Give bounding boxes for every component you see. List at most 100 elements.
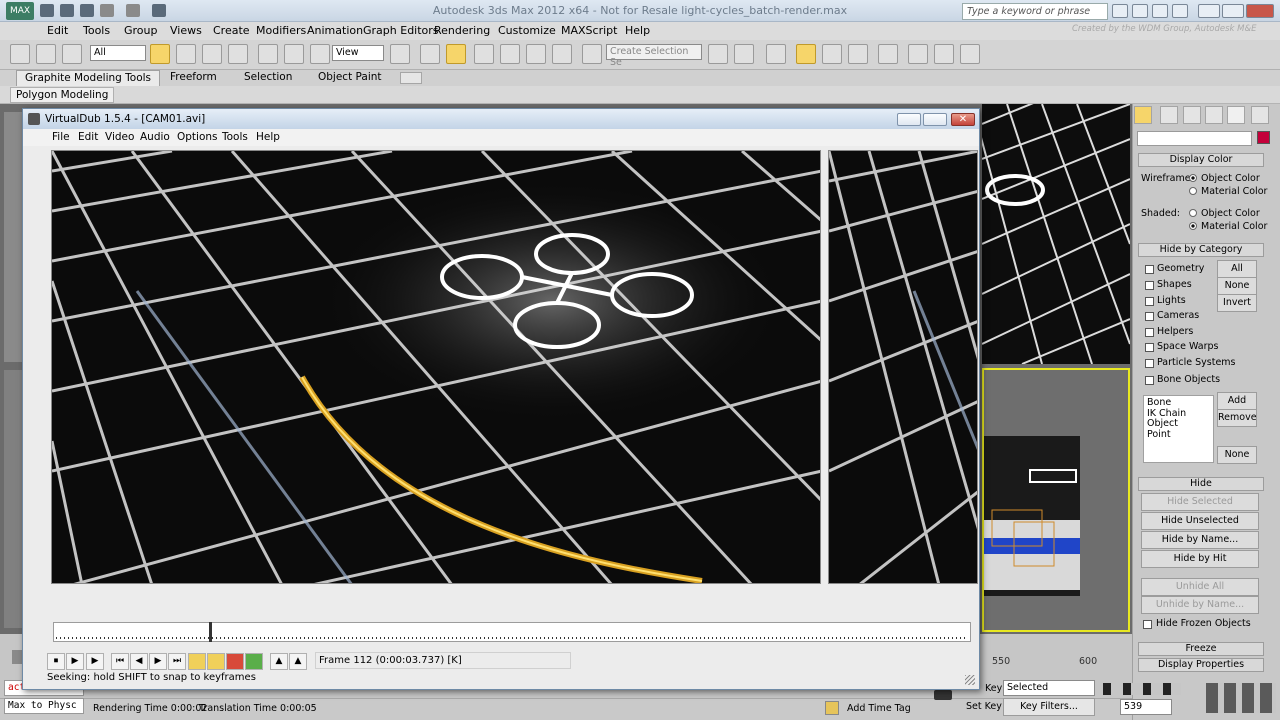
vdub-menu-video[interactable]: Video [105, 131, 134, 143]
align-icon[interactable] [734, 44, 754, 64]
rendered-frame-icon[interactable] [934, 44, 954, 64]
percent-snap-icon[interactable] [526, 44, 546, 64]
subscription-icon[interactable] [1132, 4, 1148, 18]
wireframe-object-color-radio[interactable] [1189, 174, 1197, 182]
schematic-view-icon[interactable] [848, 44, 868, 64]
bone-objects-checkbox[interactable] [1145, 376, 1154, 385]
remove-category-button[interactable]: Remove [1217, 409, 1257, 427]
rollout-display-color[interactable]: Display Color [1138, 153, 1264, 167]
vdub-close-button[interactable]: ✕ [951, 113, 975, 126]
close-button[interactable] [1246, 4, 1274, 18]
hide-unselected-button[interactable]: Hide Unselected [1141, 512, 1259, 530]
pivot-center-icon[interactable] [390, 44, 410, 64]
vdub-menu-help[interactable]: Help [256, 131, 280, 143]
select-object-icon[interactable] [150, 44, 170, 64]
link-icon[interactable] [10, 44, 30, 64]
viewport-top-right[interactable] [982, 104, 1130, 364]
time-tag-icon[interactable] [825, 701, 839, 715]
spinner-snap-icon[interactable] [552, 44, 572, 64]
hide-selected-button[interactable]: Hide Selected [1141, 493, 1259, 511]
viewport-bottom-right-active[interactable] [982, 368, 1130, 632]
minimize-button[interactable] [1198, 4, 1220, 18]
scale-icon[interactable] [310, 44, 330, 64]
add-time-tag-button[interactable]: Add Time Tag [847, 703, 911, 714]
select-by-name-icon[interactable] [176, 44, 196, 64]
category-none-button[interactable]: None [1217, 446, 1257, 464]
search-input[interactable]: Type a keyword or phrase [962, 3, 1108, 20]
menu-rendering[interactable]: Rendering [434, 24, 490, 37]
rollout-freeze[interactable]: Freeze [1138, 642, 1264, 656]
maximize-button[interactable] [1222, 4, 1244, 18]
angle-snap-icon[interactable] [500, 44, 520, 64]
space-warps-checkbox[interactable] [1145, 343, 1154, 352]
window-crossing-icon[interactable] [228, 44, 248, 64]
vdub-menu-audio[interactable]: Audio [140, 131, 170, 143]
geometry-checkbox[interactable] [1145, 265, 1154, 274]
category-list[interactable]: Bone IK Chain Object Point [1143, 395, 1214, 463]
menu-create[interactable]: Create [213, 24, 250, 37]
vdub-back-icon[interactable]: ◀ [130, 653, 148, 670]
menu-graph-editors[interactable]: Graph Editors [363, 24, 439, 37]
playback-controls[interactable] [1103, 683, 1181, 695]
vdub-prev-key-icon[interactable] [188, 653, 206, 670]
bind-spacewarp-icon[interactable] [62, 44, 82, 64]
vdub-mark-out-icon[interactable]: ▲ [289, 653, 307, 670]
hide-all-button[interactable]: All [1217, 260, 1257, 278]
rotate-icon[interactable] [284, 44, 304, 64]
hide-frozen-checkbox[interactable] [1143, 620, 1152, 629]
rollout-display-properties[interactable]: Display Properties [1138, 658, 1264, 672]
vdub-playhead[interactable] [209, 622, 213, 642]
tab-selection[interactable]: Selection [236, 70, 300, 86]
list-item[interactable]: IK Chain Object [1147, 408, 1210, 430]
vdub-output-pane[interactable] [828, 150, 978, 584]
vdub-scene-forward-icon[interactable] [245, 653, 263, 670]
current-frame-field[interactable]: 539 [1120, 699, 1172, 715]
unlink-icon[interactable] [36, 44, 56, 64]
key-lock-icon[interactable] [934, 690, 952, 700]
vdub-position-slider[interactable] [53, 622, 971, 642]
curve-editor-icon[interactable] [822, 44, 842, 64]
selection-filter-dropdown[interactable]: All [90, 45, 146, 61]
graphite-toggle-icon[interactable] [796, 44, 816, 64]
menu-modifiers[interactable]: Modifiers [256, 24, 306, 37]
viewport-navigation-controls[interactable] [1206, 683, 1276, 713]
key-filters-button[interactable]: Key Filters... [1003, 698, 1095, 716]
polygon-modeling-panel[interactable]: Polygon Modeling [10, 87, 115, 103]
rect-selection-icon[interactable] [202, 44, 222, 64]
vdub-menu-tools[interactable]: Tools [222, 131, 248, 143]
ref-coord-dropdown[interactable]: View [332, 45, 384, 61]
vdub-resize-grip[interactable] [965, 675, 975, 685]
modify-tab-icon[interactable] [1160, 106, 1178, 124]
tab-freeform[interactable]: Freeform [162, 70, 225, 86]
move-icon[interactable] [258, 44, 278, 64]
hide-by-name-button[interactable]: Hide by Name... [1141, 531, 1259, 549]
tab-graphite-modeling-tools[interactable]: Graphite Modeling Tools [16, 70, 161, 86]
material-editor-icon[interactable] [878, 44, 898, 64]
ribbon-options-dropdown[interactable] [400, 72, 422, 84]
select-manipulate-icon[interactable] [420, 44, 440, 64]
vdub-mark-in-icon[interactable]: ▲ [270, 653, 288, 670]
keyboard-shortcut-icon[interactable] [446, 44, 466, 64]
vdub-menu-options[interactable]: Options [177, 131, 218, 143]
key-mode-dropdown[interactable]: Selected [1003, 680, 1095, 696]
menu-views[interactable]: Views [170, 24, 202, 37]
binoculars-icon[interactable] [1112, 4, 1128, 18]
edit-named-selection-icon[interactable] [582, 44, 602, 64]
vdub-app-icon[interactable] [28, 113, 40, 125]
tab-object-paint[interactable]: Object Paint [310, 70, 390, 86]
help-icon[interactable] [1172, 4, 1188, 18]
wireframe-material-color-radio[interactable] [1189, 187, 1197, 195]
list-item[interactable]: Point [1147, 429, 1210, 441]
snap-toggle-icon[interactable] [474, 44, 494, 64]
helpers-checkbox[interactable] [1145, 328, 1154, 337]
rollout-hide-by-category[interactable]: Hide by Category [1138, 243, 1264, 257]
auto-key-label[interactable]: Key [985, 683, 1002, 694]
shapes-checkbox[interactable] [1145, 281, 1154, 290]
favorites-icon[interactable] [1152, 4, 1168, 18]
rollout-hide[interactable]: Hide [1138, 477, 1264, 491]
vdub-forward-icon[interactable]: ▶ [149, 653, 167, 670]
vdub-menu-file[interactable]: File [52, 131, 70, 143]
particle-systems-checkbox[interactable] [1145, 359, 1154, 368]
cameras-checkbox[interactable] [1145, 312, 1154, 321]
vdub-end-icon[interactable]: ⏭ [168, 653, 186, 670]
